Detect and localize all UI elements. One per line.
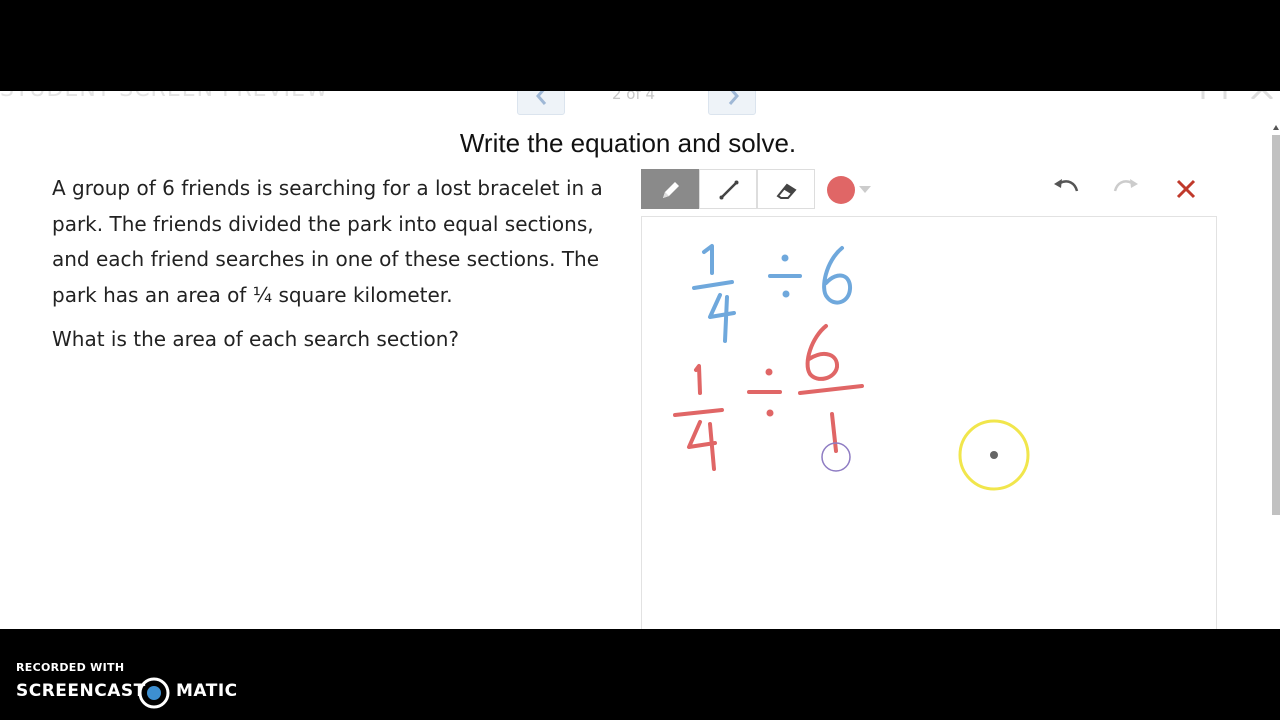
sketch-1-fraction-bar	[692, 280, 734, 290]
screencast-word: SCREENCAST	[16, 681, 146, 701]
sketch-1-six	[822, 246, 853, 305]
problem-paragraph: A group of 6 friends is searching for a …	[52, 176, 603, 307]
problem-question: What is the area of each search section?	[52, 327, 460, 351]
pencil-icon	[663, 182, 679, 198]
sketch-2-fraction-bar	[673, 408, 724, 417]
line-tool-button[interactable]	[699, 169, 757, 209]
redo-icon[interactable]	[1112, 177, 1140, 201]
next-screen-button[interactable]	[708, 91, 756, 115]
sketch-1-division-dot-bottom	[782, 290, 790, 298]
color-picker-caret[interactable]	[859, 186, 871, 193]
sketch-canvas[interactable]	[641, 216, 1217, 629]
fullscreen-icon[interactable]	[1200, 91, 1228, 99]
student-screen-preview-label: STUDENT SCREEN PREVIEW	[0, 91, 329, 102]
page-scrollbar[interactable]	[1272, 135, 1280, 515]
previous-screen-button[interactable]	[517, 91, 565, 115]
eraser-tool-button[interactable]	[757, 169, 815, 209]
sketch-1-division-dot-top	[781, 254, 789, 262]
matic-word: MATIC	[176, 681, 238, 701]
screencast-logo-icon	[138, 677, 170, 709]
color-picker-swatch[interactable]	[827, 176, 855, 204]
activity-screen: STUDENT SCREEN PREVIEW 2 of 4 Write the …	[0, 91, 1280, 629]
sketch-2-numerator-six	[805, 324, 839, 381]
sketch-2-division-dot-top	[765, 368, 773, 376]
sketch-2-denominator-four	[687, 420, 717, 471]
eraser-icon	[776, 183, 797, 199]
sketch-toolbar	[641, 169, 1217, 210]
sketch-2-numerator-one	[694, 364, 702, 395]
undo-icon[interactable]	[1052, 177, 1080, 201]
chevron-right-icon	[728, 91, 739, 105]
screencast-watermark: RECORDED WITH SCREENCAST MATIC	[16, 661, 237, 709]
screen-title: Write the equation and solve.	[459, 128, 797, 158]
mouse-cursor-dot	[990, 451, 998, 459]
sketch-1-denominator-four	[708, 293, 736, 343]
sketch-drawing	[673, 244, 1030, 491]
sketch-2-divisor-fraction-bar	[798, 384, 864, 395]
page-indicator: 2 of 4	[612, 91, 656, 103]
close-preview-icon[interactable]	[1248, 91, 1276, 99]
scrollbar-up-arrow[interactable]	[1273, 125, 1279, 130]
sketch-2-division-dot-bottom	[766, 409, 774, 417]
problem-prompt: A group of 6 friends is searching for a …	[52, 171, 617, 358]
recording-letterbox-top	[0, 0, 1280, 91]
sketch-line-2	[673, 324, 864, 471]
pencil-tool-button[interactable]	[641, 169, 699, 209]
sketch-1-numerator-one	[702, 244, 714, 275]
line-icon	[719, 180, 739, 200]
sketch-2-divisor-denominator-one	[830, 412, 838, 453]
chevron-left-icon	[536, 91, 547, 105]
clear-sketch-icon[interactable]	[1174, 177, 1198, 201]
recorded-with-label: RECORDED WITH	[16, 661, 125, 674]
